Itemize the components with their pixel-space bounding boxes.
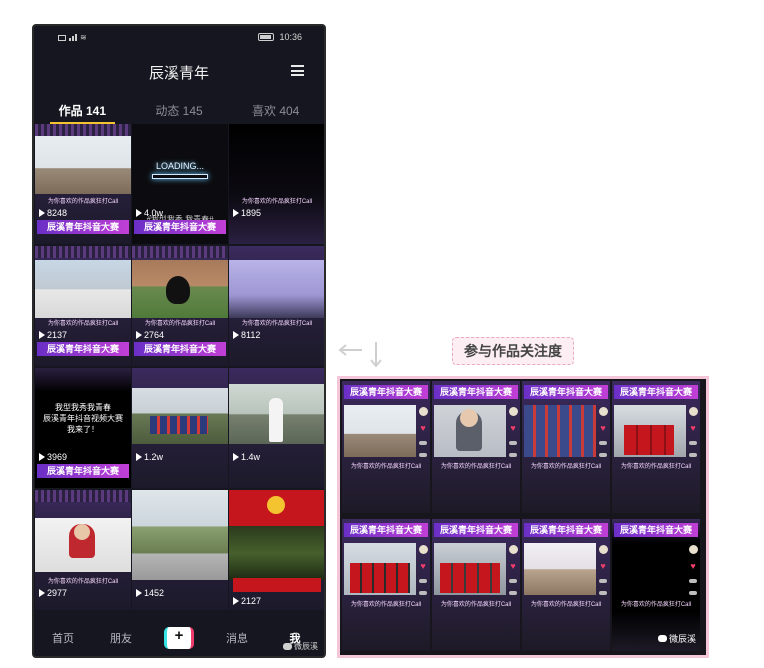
play-icon xyxy=(39,589,45,597)
feed-card[interactable]: 辰溪青年抖音大赛 ♥ 为你喜欢的作品疯狂打Call xyxy=(432,519,520,651)
status-time: 10:36 xyxy=(279,32,302,42)
share-icon xyxy=(419,453,427,457)
tab-likes[interactable]: 喜欢 404 xyxy=(227,96,324,124)
play-icon xyxy=(233,331,239,339)
heart-icon: ♥ xyxy=(690,561,696,571)
sim-icon xyxy=(58,34,66,41)
heart-icon: ♥ xyxy=(690,423,696,433)
battery-icon xyxy=(258,33,275,41)
heart-icon: ♥ xyxy=(600,423,606,433)
avatar xyxy=(598,545,608,554)
play-icon xyxy=(136,453,142,461)
profile-tabs: 作品 141 动态 145 喜欢 404 xyxy=(34,96,324,124)
feed-card[interactable]: 辰溪青年抖音大赛 ♥ 为你喜欢的作品疯狂打Call xyxy=(432,381,520,513)
feed-card[interactable]: 辰溪青年抖音大赛 ♥ 为你喜欢的作品疯狂打Call xyxy=(612,381,700,513)
signal-icon xyxy=(69,34,77,41)
feed-card[interactable]: 辰溪青年抖音大赛 ♥ 为你喜欢的作品疯狂打Call xyxy=(342,381,430,513)
video-thumb[interactable]: 为你喜欢的作品疯狂打Call 1895 xyxy=(229,124,324,244)
comment-icon xyxy=(509,579,517,583)
avatar xyxy=(418,407,428,416)
share-icon xyxy=(689,453,697,457)
video-thumb[interactable]: LOADING... #我型我秀 我青春# 4.0w 辰溪青年抖音大赛 xyxy=(132,124,228,244)
wechat-icon xyxy=(657,635,667,642)
annotation-label: 参与作品关注度 xyxy=(452,337,574,365)
heart-icon: ♥ xyxy=(510,561,516,571)
play-icon xyxy=(39,331,45,339)
tab-works[interactable]: 作品 141 xyxy=(34,96,131,124)
play-icon xyxy=(39,209,45,217)
heart-icon: ♥ xyxy=(600,561,606,571)
nav-messages[interactable]: 消息 xyxy=(208,630,266,646)
wifi-icon: ≋ xyxy=(80,33,87,42)
feed-card[interactable]: 辰溪青年抖音大赛 ♥ 为你喜欢的作品疯狂打Call xyxy=(522,519,610,651)
heart-icon: ♥ xyxy=(420,423,426,433)
comment-icon xyxy=(689,441,697,445)
share-icon xyxy=(689,591,697,595)
heart-icon: ♥ xyxy=(420,561,426,571)
play-icon xyxy=(39,453,45,461)
feed-panel: 辰溪青年抖音大赛 ♥ 为你喜欢的作品疯狂打Call 辰溪青年抖音大赛 ♥ 为你喜… xyxy=(337,376,709,658)
wechat-icon xyxy=(283,643,292,650)
panel-watermark: 微辰溪 xyxy=(657,632,696,645)
play-icon xyxy=(233,209,239,217)
comment-icon xyxy=(419,579,427,583)
arrow-icon xyxy=(338,342,382,368)
watermark: 微辰溪 xyxy=(283,641,318,652)
comment-icon xyxy=(509,441,517,445)
comment-icon xyxy=(419,441,427,445)
share-icon xyxy=(509,591,517,595)
play-icon xyxy=(233,453,239,461)
play-icon xyxy=(136,331,142,339)
video-thumb[interactable]: 为你喜欢的作品疯狂打Call 2764 辰溪青年抖音大赛 xyxy=(132,246,228,366)
share-icon xyxy=(509,453,517,457)
phone-screen: ≋ 10:36 辰溪青年 作品 141 动态 145 喜欢 404 为你喜欢的作… xyxy=(32,24,326,658)
nav-home[interactable]: 首页 xyxy=(34,630,92,646)
video-thumb[interactable]: 我型我秀我青春 辰溪青年抖音视频大赛 我来了！ 3969 辰溪青年抖音大赛 xyxy=(35,368,131,488)
share-icon xyxy=(419,591,427,595)
video-thumb[interactable]: 为你喜欢的作品疯狂打Call 2977 xyxy=(35,490,131,610)
heart-icon: ♥ xyxy=(510,423,516,433)
tab-activity[interactable]: 动态 145 xyxy=(131,96,228,124)
avatar xyxy=(688,407,698,416)
avatar xyxy=(598,407,608,416)
nav-create[interactable]: + xyxy=(150,627,208,649)
video-thumb[interactable]: 1452 xyxy=(132,490,228,610)
play-icon xyxy=(136,209,142,217)
profile-header: 辰溪青年 xyxy=(34,56,324,88)
video-thumb[interactable]: 为你喜欢的作品疯狂打Call 2137 辰溪青年抖音大赛 xyxy=(35,246,131,366)
video-thumb[interactable]: 1.4w xyxy=(229,368,324,488)
nav-friends[interactable]: 朋友 xyxy=(92,630,150,646)
avatar xyxy=(508,545,518,554)
avatar xyxy=(508,407,518,416)
status-bar: ≋ 10:36 xyxy=(34,26,324,50)
signal-icons: ≋ xyxy=(58,33,87,42)
bottom-nav: 首页 朋友 + 消息 我 xyxy=(34,618,324,656)
page-title: 辰溪青年 xyxy=(148,65,209,82)
play-icon xyxy=(233,597,239,605)
video-thumb[interactable]: 1.2w xyxy=(132,368,228,488)
create-button[interactable]: + xyxy=(164,627,194,649)
feed-card[interactable]: 辰溪青年抖音大赛 ♥ 为你喜欢的作品疯狂打Call xyxy=(342,519,430,651)
feed-card[interactable]: 辰溪青年抖音大赛 ♥ 为你喜欢的作品疯狂打Call xyxy=(522,381,610,513)
share-icon xyxy=(599,453,607,457)
play-icon xyxy=(136,589,142,597)
video-thumb[interactable]: 为你喜欢的作品疯狂打Call 8248 辰溪青年抖音大赛 xyxy=(35,124,131,244)
avatar xyxy=(688,545,698,554)
comment-icon xyxy=(689,579,697,583)
video-thumb[interactable]: 2127 xyxy=(229,490,324,610)
share-icon xyxy=(599,591,607,595)
avatar xyxy=(418,545,428,554)
comment-icon xyxy=(599,441,607,445)
comment-icon xyxy=(599,579,607,583)
video-thumb[interactable]: 为你喜欢的作品疯狂打Call 8112 xyxy=(229,246,324,366)
video-grid: 为你喜欢的作品疯狂打Call 8248 辰溪青年抖音大赛 LOADING... … xyxy=(35,124,324,610)
menu-icon[interactable] xyxy=(291,65,304,76)
